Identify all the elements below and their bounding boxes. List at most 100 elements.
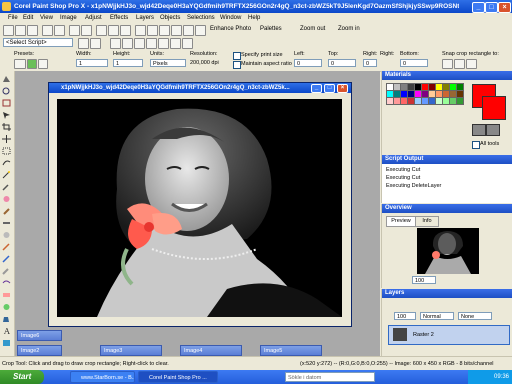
dodge-icon[interactable] [2,231,11,239]
menu-selections[interactable]: Selections [187,13,215,23]
close-button[interactable]: × [498,2,511,13]
materials-icon[interactable] [182,38,193,49]
select-script-dropdown[interactable]: <Select Script> [3,38,73,47]
specify-print-size-checkbox[interactable] [233,52,241,60]
redo-icon[interactable] [81,25,92,36]
makeover-icon[interactable] [2,195,11,203]
guides-icon[interactable] [122,38,133,49]
tab-preview[interactable]: Preview [386,216,416,227]
mask-select[interactable]: None [458,312,492,320]
flood-fill-icon[interactable] [2,315,11,323]
overview-zoom-field[interactable]: 100 [412,276,436,284]
apply-icon[interactable] [27,59,37,69]
open-icon[interactable] [15,25,26,36]
menu-edit[interactable]: Edit [23,13,33,23]
snap-image-icon[interactable] [442,59,453,69]
menu-view[interactable]: View [40,13,53,23]
snap-icon[interactable] [134,38,145,49]
move-tool-icon[interactable] [2,135,11,143]
menu-adjust[interactable]: Adjust [85,13,102,23]
overview-thumbnail[interactable] [417,228,479,274]
pick-tool-icon[interactable] [2,111,11,119]
picture-tube-icon[interactable] [2,303,11,311]
layer-row[interactable]: Raster 2 [388,325,510,345]
snap-layer-icon[interactable] [454,59,465,69]
menu-window[interactable]: Window [220,13,241,23]
layer-opacity-field[interactable]: 100 [394,312,416,320]
layer-icon[interactable] [195,25,206,36]
image-canvas[interactable] [57,99,342,317]
text-tool-icon[interactable]: A [2,327,11,335]
background-color-swatch[interactable] [482,96,506,120]
airbrush-icon[interactable] [2,267,11,275]
crop-tool-icon[interactable] [2,123,11,131]
maintain-aspect-checkbox[interactable] [233,61,241,69]
crop-icon[interactable] [135,25,146,36]
print-icon[interactable] [54,25,65,36]
dropper-icon[interactable] [2,183,11,191]
overview-icon[interactable] [170,38,181,49]
snap-selection-icon[interactable] [466,59,477,69]
right-field[interactable]: 0 [363,59,377,67]
start-button[interactable]: Start [0,370,44,384]
paste-icon[interactable] [120,25,131,36]
taskbar-item-active[interactable]: Corel Paint Shop Pro ... [138,371,218,383]
units-select[interactable]: Pixels [150,59,186,67]
resize-icon[interactable] [147,25,158,36]
run-script-icon[interactable] [78,38,89,49]
mirror-icon[interactable] [183,25,194,36]
taskbar-item[interactable]: www.StarBorn.se - B... [70,371,135,383]
all-tools-checkbox[interactable] [472,141,480,149]
tab-info[interactable]: Info [415,216,439,227]
new-icon[interactable] [3,25,14,36]
foreground-style-swatch[interactable] [472,124,486,136]
cut-icon[interactable] [96,25,107,36]
search-box[interactable]: Sökle i datom [285,372,375,382]
minimized-window[interactable]: Image3 [100,345,162,356]
enhance-photo-button[interactable]: Enhance Photo [210,26,251,32]
clone-brush-icon[interactable] [2,207,11,215]
left-field[interactable]: 0 [294,59,322,67]
presets-icon[interactable] [14,59,26,69]
freehand-selection-icon[interactable] [2,159,11,167]
image-close-button[interactable]: × [337,84,348,93]
blend-mode-select[interactable]: Normal [420,312,454,320]
minimized-window[interactable]: Image6 [17,330,62,341]
top-field[interactable]: 0 [328,59,356,67]
menu-objects[interactable]: Objects [160,13,180,23]
save-icon[interactable] [27,25,38,36]
color-swatch[interactable] [456,97,464,105]
copy-icon[interactable] [108,25,119,36]
width-field[interactable]: 1 [76,59,108,67]
undo-icon[interactable] [69,25,80,36]
learning-center-icon[interactable] [158,38,169,49]
paint-brush-icon[interactable] [2,255,11,263]
menu-image[interactable]: Image [60,13,77,23]
smudge-icon[interactable] [2,243,11,251]
history-icon[interactable] [146,38,157,49]
background-style-swatch[interactable] [486,124,500,136]
deform-tool-icon[interactable] [2,99,11,107]
pan-tool-icon[interactable] [2,75,11,83]
minimized-window[interactable]: Image2 [17,345,62,356]
edit-script-icon[interactable] [90,38,101,49]
menu-effects[interactable]: Effects [110,13,128,23]
image-maximize-button[interactable]: □ [324,84,335,93]
palettes-button[interactable]: Palettes [260,26,282,32]
image-minimize-button[interactable]: _ [311,84,322,93]
eraser-icon[interactable] [2,291,11,299]
rotate-icon[interactable] [159,25,170,36]
image-window-titlebar[interactable]: x1pNWjjkHJ3o_wjd42Deqe0H3aYQGdfmih9TRFTX… [49,83,351,93]
warp-brush-icon[interactable] [2,279,11,287]
reset-icon[interactable] [38,59,48,69]
magic-wand-icon[interactable] [2,171,11,179]
menu-help[interactable]: Help [248,13,260,23]
maximize-button[interactable]: □ [485,2,498,13]
preset-shape-icon[interactable] [2,339,11,347]
bottom-field[interactable]: 0 [400,59,428,67]
minimized-window[interactable]: Image5 [260,345,322,356]
scan-icon[interactable] [42,25,53,36]
scratch-remover-icon[interactable] [2,219,11,227]
flip-icon[interactable] [171,25,182,36]
grid-icon[interactable] [110,38,121,49]
